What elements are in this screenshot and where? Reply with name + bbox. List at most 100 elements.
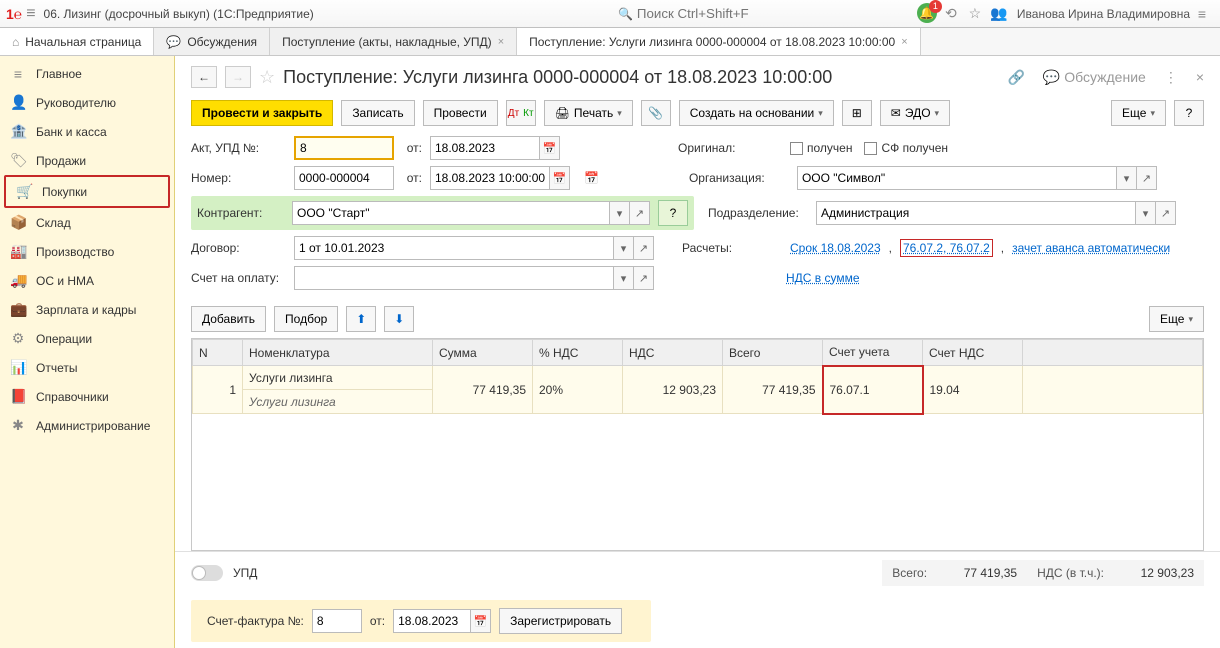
- organization-input[interactable]: [797, 166, 1117, 190]
- notifications-button[interactable]: 🔔 1: [917, 3, 939, 25]
- dropdown-icon[interactable]: ▾: [610, 201, 630, 225]
- current-user[interactable]: Иванова Ирина Владимировна: [1017, 7, 1190, 21]
- open-icon[interactable]: ↗: [634, 236, 654, 260]
- sidebar-item-operations[interactable]: ⚙Операции: [0, 324, 174, 353]
- nds-mode-link[interactable]: НДС в сумме: [786, 271, 860, 285]
- sf-received-checkbox[interactable]: СФ получен: [864, 141, 948, 155]
- col-nomen[interactable]: Номенклатура: [243, 340, 433, 366]
- contract-input[interactable]: [294, 236, 614, 260]
- col-nds[interactable]: НДС: [623, 340, 723, 366]
- account-cell[interactable]: 76.07.1: [823, 366, 923, 414]
- move-up-button[interactable]: ⬆: [346, 306, 376, 332]
- open-icon[interactable]: ↗: [630, 201, 650, 225]
- close-icon[interactable]: ×: [1196, 69, 1204, 85]
- received-checkbox[interactable]: получен: [790, 141, 852, 155]
- footer: УПД Всего: 77 419,35 НДС (в т.ч.): 12 90…: [175, 551, 1220, 594]
- post-and-close-button[interactable]: Провести и закрыть: [191, 100, 333, 126]
- sidebar-item-bank[interactable]: 🏦Банк и касса: [0, 117, 174, 146]
- tab-home[interactable]: ⌂Начальная страница: [0, 28, 154, 55]
- col-n[interactable]: N: [193, 340, 243, 366]
- sf-date-input[interactable]: [393, 609, 471, 633]
- sidebar-item-warehouse[interactable]: 📦Склад: [0, 208, 174, 237]
- history-icon[interactable]: ⟲: [939, 5, 963, 22]
- dropdown-icon[interactable]: ▾: [614, 236, 634, 260]
- star-icon[interactable]: ☆: [963, 5, 987, 22]
- move-down-button[interactable]: ⬇: [384, 306, 414, 332]
- sidebar-item-admin[interactable]: ✱Администрирование: [0, 411, 174, 440]
- open-icon[interactable]: ↗: [1156, 201, 1176, 225]
- close-icon[interactable]: ×: [901, 36, 907, 48]
- act-number-label: Акт, УПД №:: [191, 141, 286, 155]
- dropdown-icon[interactable]: ▾: [614, 266, 634, 290]
- col-nds-account[interactable]: Счет НДС: [923, 340, 1023, 366]
- page-title: Поступление: Услуги лизинга 0000-000004 …: [283, 67, 832, 88]
- register-button[interactable]: Зарегистрировать: [499, 608, 622, 634]
- calendar-icon[interactable]: 📅: [550, 166, 570, 190]
- nav-forward-button[interactable]: →: [225, 66, 251, 88]
- department-input[interactable]: [816, 201, 1136, 225]
- sidebar-item-sales[interactable]: 🏷Продажи: [0, 146, 174, 175]
- discussion-button[interactable]: 💬 Обсуждение: [1043, 69, 1146, 86]
- act-date-input[interactable]: [430, 136, 540, 160]
- sidebar-item-manager[interactable]: 👤Руководителю: [0, 88, 174, 117]
- calendar-icon[interactable]: 📅: [540, 136, 560, 160]
- attach-button[interactable]: 📎: [641, 100, 671, 126]
- chart-icon: 📊: [10, 359, 26, 376]
- dropdown-icon[interactable]: ▾: [1117, 166, 1137, 190]
- save-button[interactable]: Записать: [341, 100, 414, 126]
- kebab-icon[interactable]: ⋮: [1164, 69, 1178, 86]
- global-search-input[interactable]: [637, 4, 917, 24]
- users-icon[interactable]: 👥: [987, 5, 1011, 22]
- close-icon[interactable]: ×: [498, 36, 504, 48]
- col-pct-nds[interactable]: % НДС: [533, 340, 623, 366]
- calendar-icon[interactable]: 📅: [471, 609, 491, 633]
- table-more-button[interactable]: Еще▾: [1149, 306, 1204, 332]
- menu-icon[interactable]: ≡: [26, 5, 35, 23]
- edo-button[interactable]: ✉ЭДО▾: [880, 100, 950, 126]
- calc-term-link[interactable]: Срок 18.08.2023: [790, 241, 881, 255]
- open-icon[interactable]: ↗: [1137, 166, 1157, 190]
- tab-discussions[interactable]: 💬Обсуждения: [154, 28, 270, 55]
- related-docs-button[interactable]: ⊞: [842, 100, 872, 126]
- help-button[interactable]: ?: [1174, 100, 1204, 126]
- invoice-pay-input[interactable]: [294, 266, 614, 290]
- number-input[interactable]: [294, 166, 394, 190]
- factory-icon: 🏭: [10, 243, 26, 260]
- create-based-button[interactable]: Создать на основании▾: [679, 100, 834, 126]
- calendar-plus-icon[interactable]: 📅: [584, 171, 599, 185]
- act-number-input[interactable]: [294, 136, 394, 160]
- print-button[interactable]: 🖨Печать▾: [544, 100, 633, 126]
- menu-icon: ≡: [10, 66, 26, 82]
- dtct-button[interactable]: ДтКт: [506, 100, 536, 126]
- nav-back-button[interactable]: ←: [191, 66, 217, 88]
- post-button[interactable]: Провести: [423, 100, 498, 126]
- dropdown-icon[interactable]: ▾: [1136, 201, 1156, 225]
- upd-toggle[interactable]: [191, 565, 223, 581]
- sidebar-item-reports[interactable]: 📊Отчеты: [0, 353, 174, 382]
- more-icon[interactable]: ≡: [1190, 6, 1214, 22]
- contragent-help-button[interactable]: ?: [658, 200, 688, 226]
- sidebar-item-payroll[interactable]: 💼Зарплата и кадры: [0, 295, 174, 324]
- add-row-button[interactable]: Добавить: [191, 306, 266, 332]
- sidebar-item-production[interactable]: 🏭Производство: [0, 237, 174, 266]
- contragent-input[interactable]: [292, 201, 610, 225]
- calc-accounts-link[interactable]: 76.07.2, 76.07.2: [900, 239, 993, 257]
- sidebar-item-main[interactable]: ≡Главное: [0, 60, 174, 88]
- col-sum[interactable]: Сумма: [433, 340, 533, 366]
- favorite-icon[interactable]: ☆: [259, 67, 275, 88]
- more-button[interactable]: Еще▾: [1111, 100, 1166, 126]
- sidebar-item-purchases[interactable]: 🛒Покупки: [4, 175, 170, 208]
- number-datetime-input[interactable]: [430, 166, 550, 190]
- col-total[interactable]: Всего: [723, 340, 823, 366]
- sidebar-item-catalogs[interactable]: 📕Справочники: [0, 382, 174, 411]
- table-row[interactable]: 1 Услуги лизинга 77 419,35 20% 12 903,23…: [193, 366, 1203, 390]
- select-items-button[interactable]: Подбор: [274, 306, 338, 332]
- tab-receipts-list[interactable]: Поступление (акты, накладные, УПД)×: [270, 28, 517, 55]
- open-icon[interactable]: ↗: [634, 266, 654, 290]
- tab-receipt-doc[interactable]: Поступление: Услуги лизинга 0000-000004 …: [517, 28, 921, 55]
- link-icon[interactable]: 🔗: [1007, 69, 1024, 86]
- calc-advance-link[interactable]: зачет аванса автоматически: [1012, 241, 1170, 255]
- col-account[interactable]: Счет учета: [823, 340, 923, 366]
- sidebar-item-assets[interactable]: 🚚ОС и НМА: [0, 266, 174, 295]
- sf-number-input[interactable]: [312, 609, 362, 633]
